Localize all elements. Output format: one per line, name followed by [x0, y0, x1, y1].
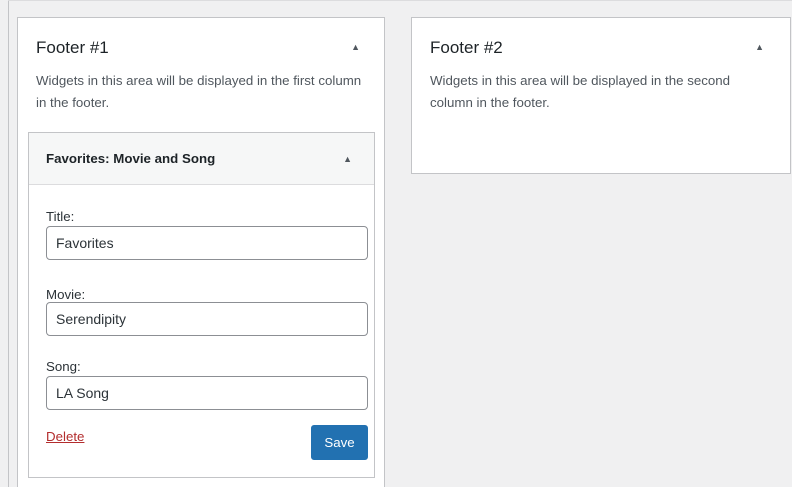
title-field[interactable] — [46, 226, 368, 260]
title-field-label: Title: — [46, 209, 75, 224]
widget-favorites: Favorites: Movie and Song ▲ Title: Movie… — [28, 132, 375, 478]
widget-area-description: Widgets in this area will be displayed i… — [36, 73, 362, 110]
widget-area-footer-2: Footer #2 ▲ Widgets in this area will be… — [411, 17, 791, 174]
movie-field-label: Movie: — [46, 287, 86, 302]
widget-area-title: Footer #1 — [36, 38, 109, 57]
collapse-arrow-icon[interactable]: ▲ — [351, 42, 360, 52]
movie-field[interactable] — [46, 302, 368, 336]
song-field-label: Song: — [46, 359, 81, 374]
widget-title: Favorites: Movie and Song — [46, 151, 216, 166]
widget-area-title: Footer #2 — [430, 38, 503, 57]
workspace-top-border — [8, 0, 792, 1]
collapse-arrow-icon[interactable]: ▲ — [343, 154, 352, 164]
widget-header[interactable]: Favorites: Movie and Song ▲ — [29, 133, 374, 185]
save-button[interactable]: Save — [311, 425, 368, 460]
widget-area-header[interactable]: Footer #2 ▲ — [412, 18, 790, 64]
widget-area-header[interactable]: Footer #1 ▲ — [18, 18, 384, 64]
workspace-left-border — [8, 0, 9, 487]
delete-link[interactable]: Delete — [46, 429, 84, 444]
song-field[interactable] — [46, 376, 368, 410]
widget-area-description: Widgets in this area will be displayed i… — [430, 73, 731, 110]
collapse-arrow-icon[interactable]: ▲ — [755, 42, 764, 52]
widget-area-footer-1: Footer #1 ▲ Widgets in this area will be… — [17, 17, 385, 487]
